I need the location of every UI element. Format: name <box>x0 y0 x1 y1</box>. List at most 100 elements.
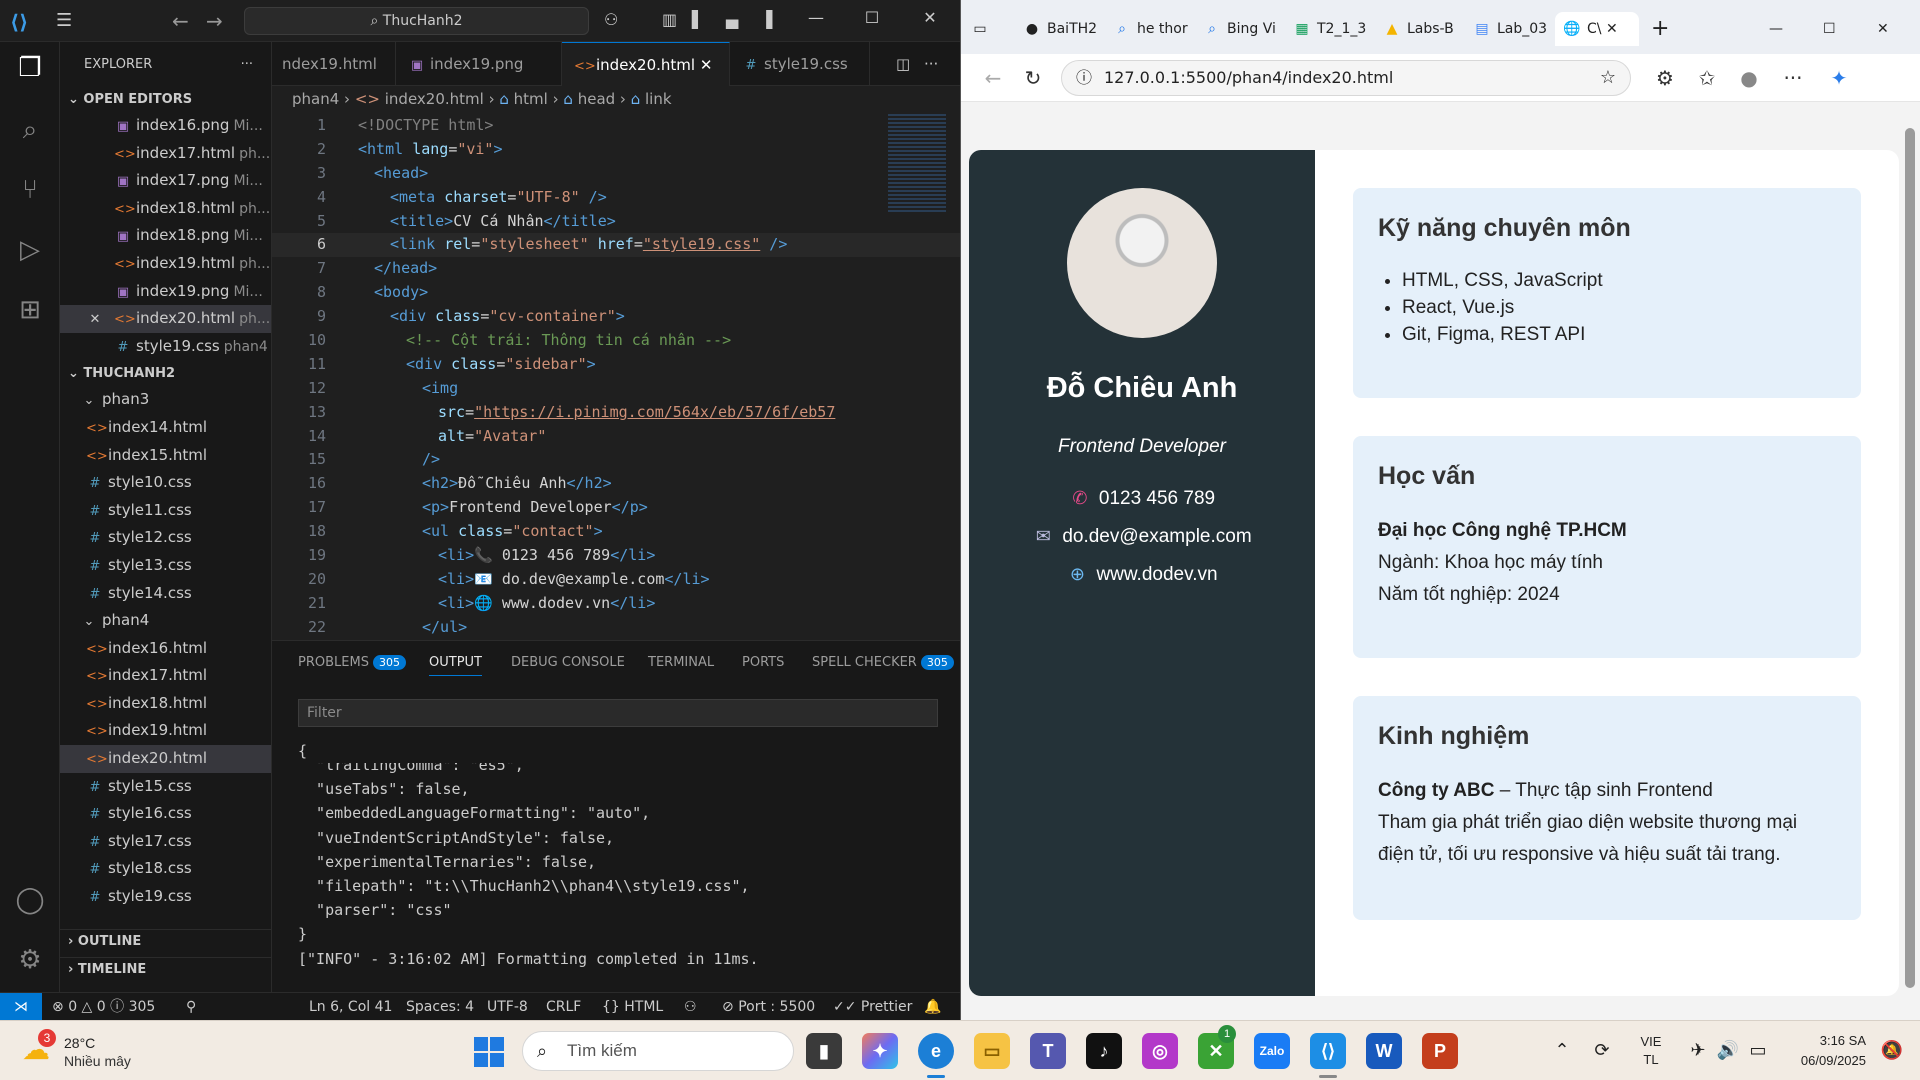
language-indicator[interactable]: VIE TL <box>1636 1033 1666 1069</box>
explorer-icon[interactable]: ❐ <box>14 52 46 84</box>
tree-file[interactable]: # style10.css <box>60 469 271 497</box>
close-icon[interactable]: ✕ <box>1877 12 1901 46</box>
network-icon[interactable]: ✈ <box>1686 1021 1710 1080</box>
copilot-app-icon[interactable]: ✦ <box>862 1033 898 1069</box>
address-bar[interactable]: ⓘ 127.0.0.1:5500/phan4/index20.html ☆ <box>1061 60 1631 96</box>
toggle-panel-icon[interactable]: ▄ <box>726 10 746 30</box>
encoding[interactable]: UTF-8 <box>487 993 528 1021</box>
page-scrollbar[interactable] <box>1899 102 1920 1012</box>
copilot-icon[interactable]: ✦ <box>1827 66 1851 90</box>
notifications-icon[interactable]: 🔕 <box>1880 1021 1904 1080</box>
open-editor-item[interactable]: <>index18.html ph... <box>60 195 271 223</box>
source-control-icon[interactable]: ⑂ <box>14 174 46 206</box>
notifications-bell-icon[interactable]: 🔔 <box>924 993 941 1021</box>
browser-tab[interactable]: ⌕ Bing Vi <box>1203 12 1285 46</box>
tree-file[interactable]: <>index17.html <box>60 662 271 690</box>
tree-file[interactable]: <>index18.html <box>60 690 271 718</box>
site-info-icon[interactable]: ⓘ <box>1076 61 1092 95</box>
breadcrumb-item[interactable]: phan4 <box>292 90 339 108</box>
battery-icon[interactable]: ▭ <box>1746 1021 1770 1080</box>
file-explorer-icon[interactable]: ▭ <box>974 1033 1010 1069</box>
tree-file[interactable]: # style13.css <box>60 552 271 580</box>
breadcrumb-item[interactable]: head <box>578 90 615 108</box>
browser-tab[interactable]: ⌕ he thor <box>1113 12 1195 46</box>
proton-vpn-icon[interactable]: ◎ <box>1142 1033 1178 1069</box>
breadcrumb-item[interactable]: index20.html <box>385 90 484 108</box>
task-view-icon[interactable]: ▮ <box>806 1033 842 1069</box>
tree-file[interactable]: # style12.css <box>60 524 271 552</box>
search-icon[interactable]: ⌕ <box>14 114 46 146</box>
more-actions-icon[interactable]: ··· <box>241 42 253 88</box>
volume-icon[interactable]: 🔊 <box>1716 1021 1740 1080</box>
open-editor-item[interactable]: ▣ index17.png Mi... <box>60 167 271 195</box>
word-icon[interactable]: W <box>1366 1033 1402 1069</box>
tree-file[interactable]: <>index16.html <box>60 635 271 663</box>
open-editor-item[interactable]: <>index19.html ph... <box>60 250 271 278</box>
zalo-icon[interactable]: Zalo <box>1254 1033 1290 1069</box>
breadcrumb-item[interactable]: html <box>514 90 548 108</box>
tab-terminal[interactable]: TERMINAL <box>648 655 714 670</box>
open-editor-item[interactable]: ▣ index16.png Mi... <box>60 112 271 140</box>
extensions-icon[interactable]: ⊞ <box>14 294 46 326</box>
tree-file-active[interactable]: <>index20.html <box>60 745 271 773</box>
tree-file[interactable]: # style14.css <box>60 580 271 608</box>
browser-tab-active[interactable]: 🌐 C\ ✕ <box>1555 12 1639 46</box>
open-editor-item[interactable]: <>index17.html ph... <box>60 140 271 168</box>
live-server-port[interactable]: ⊘ Port : 5500 <box>722 993 815 1021</box>
tab-close-icon[interactable]: ✕ <box>700 56 713 74</box>
open-editor-item-active[interactable]: ✕ <>index20.html ph... <box>60 305 271 333</box>
menu-icon[interactable]: ☰ <box>56 10 78 31</box>
breadcrumb-item[interactable]: link <box>645 90 672 108</box>
tree-file[interactable]: # style16.css <box>60 800 271 828</box>
powerpoint-icon[interactable]: P <box>1422 1033 1458 1069</box>
code-editor[interactable]: 1 <!DOCTYPE html> 2 <html lang="vi"> 3 <hea… <box>272 114 960 640</box>
clock[interactable]: 3:16 SA 06/09/2025 <box>1778 1031 1866 1071</box>
tab-output[interactable]: OUTPUT <box>429 655 482 676</box>
tab-spell-checker[interactable]: SPELL CHECKER 305 <box>812 655 954 670</box>
tree-file[interactable]: # style17.css <box>60 828 271 856</box>
open-editor-item[interactable]: # style19.css phan4 <box>60 333 271 361</box>
tab-index19-png[interactable]: ▣ index19.png <box>396 42 562 86</box>
tab-close-icon[interactable]: ✕ <box>1606 21 1618 37</box>
favorites-icon[interactable]: ✩ <box>1695 66 1719 90</box>
remote-icon[interactable]: ⋊ <box>0 993 42 1021</box>
copilot-icon[interactable]: ⚇ <box>604 10 624 30</box>
project-section[interactable]: ⌄ THUCHANH2 <box>60 362 271 386</box>
extensions-icon[interactable]: ⚙ <box>1653 66 1677 90</box>
copilot-status-icon[interactable]: ⚇ <box>684 993 697 1021</box>
tray-overflow-icon[interactable]: ⌃ <box>1550 1021 1574 1080</box>
tab-problems[interactable]: PROBLEMS 305 <box>298 655 406 670</box>
toggle-sidebar-icon[interactable]: ▌ <box>692 10 712 30</box>
back-arrow-icon[interactable]: ← <box>172 9 189 33</box>
debug-icon[interactable]: ⚲ <box>186 993 196 1021</box>
open-editors-section[interactable]: ⌄ OPEN EDITORS <box>60 88 271 112</box>
new-tab-icon[interactable]: + <box>1651 12 1681 46</box>
timeline-section[interactable]: › TIMELINE <box>60 956 271 981</box>
close-editor-icon[interactable]: ✕ <box>86 306 104 333</box>
tree-file[interactable]: # style15.css <box>60 773 271 801</box>
tab-debug-console[interactable]: DEBUG CONSOLE <box>511 655 625 670</box>
favorite-star-icon[interactable]: ☆ <box>1600 61 1616 95</box>
scrollbar-thumb[interactable] <box>1905 128 1915 988</box>
toggle-secondary-sidebar-icon[interactable]: ▐ <box>760 10 780 30</box>
command-center-search[interactable]: ⌕ ThucHanh2 <box>244 7 589 35</box>
close-icon[interactable]: ✕ <box>918 8 942 32</box>
back-arrow-icon[interactable]: ← <box>981 66 1005 90</box>
maximize-icon[interactable]: ☐ <box>1823 12 1847 46</box>
forward-arrow-icon[interactable]: → <box>206 9 223 33</box>
indentation[interactable]: Spaces: 4 <box>406 993 474 1021</box>
weather-widget[interactable]: ☁ 3 28°C Nhiều mây <box>22 1029 202 1073</box>
output-filter-input[interactable]: Filter <box>298 699 938 727</box>
tab-style19-css[interactable]: # style19.css <box>730 42 870 86</box>
teams-icon[interactable]: T <box>1030 1033 1066 1069</box>
line-ending[interactable]: CRLF <box>546 993 581 1021</box>
edge-app-icon[interactable]: e <box>918 1033 954 1069</box>
tiktok-icon[interactable]: ♪ <box>1086 1033 1122 1069</box>
folder-phan3[interactable]: ⌄ phan3 <box>60 386 271 414</box>
browser-tab[interactable]: ▲ Labs-B <box>1383 12 1465 46</box>
start-button[interactable] <box>474 1037 504 1067</box>
problems-status[interactable]: ⊗ 0 △ 0 ⓘ 305 <box>52 993 155 1021</box>
profile-avatar[interactable]: ● <box>1737 66 1761 90</box>
more-menu-icon[interactable]: ··· <box>1781 66 1805 90</box>
browser-tab[interactable]: ▤ Lab_03 <box>1473 12 1555 46</box>
